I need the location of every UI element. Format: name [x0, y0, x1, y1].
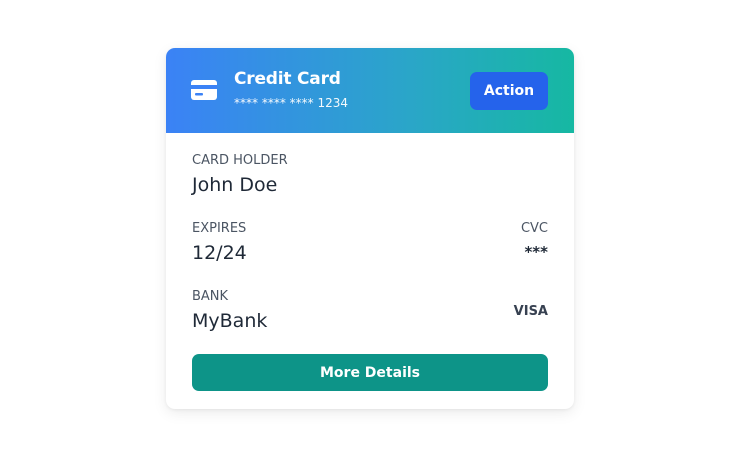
page: Credit Card **** **** **** 1234 Action C…	[0, 0, 750, 469]
expires-value: 12/24	[192, 242, 247, 264]
bank-section: BANK MyBank	[192, 289, 267, 333]
credit-card-widget: Credit Card **** **** **** 1234 Action C…	[166, 48, 574, 409]
action-button[interactable]: Action	[470, 72, 548, 110]
more-details-button[interactable]: More Details	[192, 354, 548, 391]
card-holder-section: CARD HOLDER John Doe	[192, 153, 288, 197]
card-header: Credit Card **** **** **** 1234 Action	[166, 48, 574, 133]
card-holder-value: John Doe	[192, 174, 278, 196]
card-title: Credit Card	[234, 69, 341, 89]
bank-label: BANK	[192, 289, 229, 304]
cvc-section: CVC ***	[521, 221, 548, 263]
credit-card-icon	[191, 80, 217, 100]
expires-label: EXPIRES	[192, 221, 247, 236]
card-brand: VISA	[513, 304, 548, 319]
header-text: Credit Card **** **** **** 1234	[234, 68, 348, 112]
card-holder-label: CARD HOLDER	[192, 153, 288, 168]
cvc-label: CVC	[520, 221, 548, 236]
masked-card-number: **** **** **** 1234	[234, 96, 348, 110]
bank-value: MyBank	[192, 310, 268, 332]
expires-section: EXPIRES 12/24	[192, 221, 247, 265]
cvc-value: ***	[524, 243, 548, 261]
